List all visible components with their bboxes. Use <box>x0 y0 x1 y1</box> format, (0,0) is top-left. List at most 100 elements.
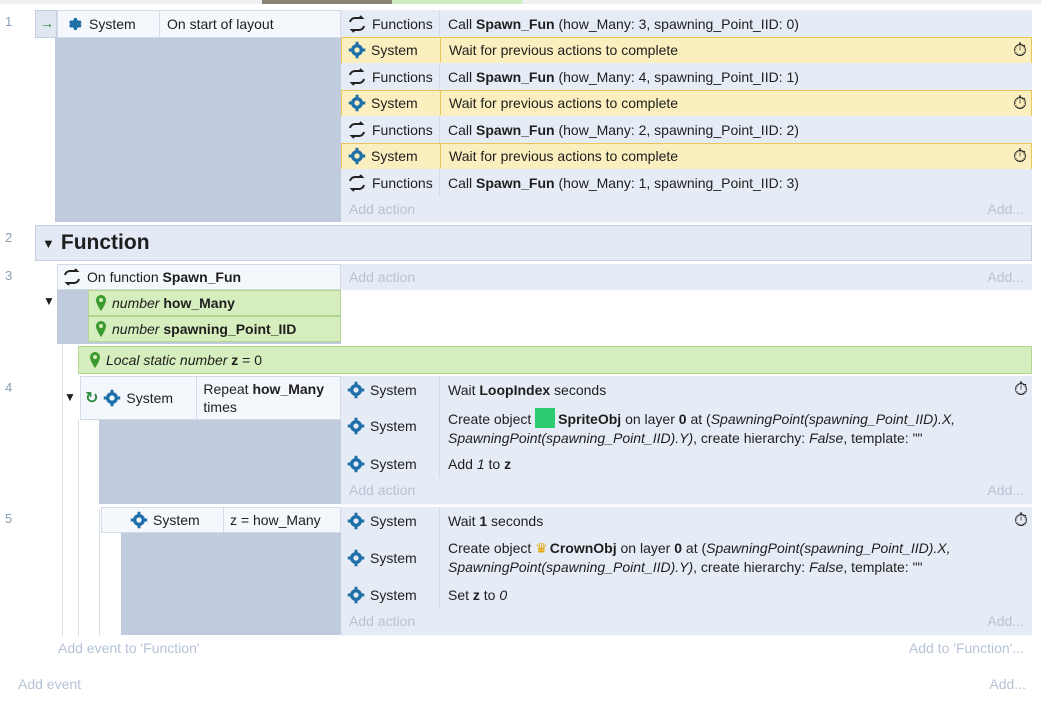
ev1-action-3-object-label: Functions <box>372 68 433 85</box>
ev1-action-3-text: Call Spawn_Fun (how_Many: 4, spawning_Po… <box>439 63 1032 90</box>
add-more-link[interactable]: Add... <box>987 201 1024 217</box>
param-name: how_Many <box>163 295 235 311</box>
gear-icon <box>66 15 84 33</box>
add-more-link[interactable]: Add... <box>987 482 1024 498</box>
add-action-link[interactable]: Add action <box>349 482 415 498</box>
to-label: to <box>479 587 500 603</box>
add-more-link[interactable]: Add... <box>989 676 1026 692</box>
ev1-action-5[interactable]: Functions Call Spawn_Fun (how_Many: 2, s… <box>341 116 1032 144</box>
ev4-action-2[interactable]: System Create object SpriteObj on layer … <box>341 403 1032 450</box>
ev1-action-2-object: System <box>342 38 440 62</box>
collapse-triangle-icon[interactable]: ▼ <box>43 294 55 308</box>
ev5-action-2[interactable]: System Create object ♛ CrownObj on layer … <box>341 534 1032 582</box>
function-loop-icon <box>347 173 367 192</box>
ev4-action-1-object: System <box>341 376 439 403</box>
add-action-link[interactable]: Add action <box>349 269 415 285</box>
add-more-link[interactable]: Add... <box>987 269 1024 285</box>
event-3-condition[interactable]: On function Spawn_Fun <box>57 264 341 290</box>
function-loop-icon <box>347 120 367 139</box>
ev1-add-action-row[interactable]: Add action Add... <box>341 196 1032 223</box>
ev1-action-2-object-label: System <box>371 42 418 58</box>
ev5-action-3[interactable]: System Set z to 0 <box>341 581 1032 610</box>
event-1-condition[interactable]: System On start of layout <box>57 10 341 38</box>
function-name: Spawn_Fun <box>162 269 242 285</box>
ev1-action-4-object-label: System <box>371 95 418 111</box>
add-to-function-link[interactable]: Add to 'Function'... <box>909 640 1024 656</box>
ev3-add-action-row[interactable]: Add action Add... <box>341 264 1032 290</box>
event-4-condition-object: System <box>126 390 174 406</box>
ev5-action-2-object-label: System <box>370 549 417 566</box>
ev1-action-4[interactable]: System Wait for previous actions to comp… <box>341 90 1032 118</box>
call-label: Call <box>448 15 477 32</box>
ev1-action-1[interactable]: Functions Call Spawn_Fun (how_Many: 3, s… <box>341 10 1032 38</box>
ev1-action-7[interactable]: Functions Call Spawn_Fun (how_Many: 1, s… <box>341 169 1032 197</box>
ev1-action-6-text: Wait for previous actions to complete <box>440 144 1031 168</box>
local-var-value: = 0 <box>238 352 263 368</box>
gear-icon <box>348 41 366 59</box>
crown-icon: ♛ <box>535 540 548 556</box>
x-expression: SpawningPoint(spawning_Point_IID).X, <box>710 411 956 427</box>
group-header[interactable]: ▼ Function <box>35 225 1032 261</box>
template-label: , template: "" <box>843 430 923 446</box>
add-more-link[interactable]: Add... <box>987 613 1024 629</box>
line-number-5: 5 <box>5 511 13 526</box>
wait-hourglass-icon: ⏱ <box>1012 146 1027 166</box>
local-variable[interactable]: Local static number z = 0 <box>78 346 1032 374</box>
at-label: at ( <box>686 411 711 427</box>
ev4-action-1-object-label: System <box>370 381 417 398</box>
ev4-add-action-row[interactable]: Add action Add... <box>341 478 1032 505</box>
ev1-action-4-object: System <box>342 91 440 115</box>
add-event-link[interactable]: Add event <box>18 676 81 692</box>
event-5-condition[interactable]: System z = how_Many <box>101 507 341 533</box>
create-object-label: Create object <box>448 540 536 556</box>
event-5-condition-divider <box>223 507 224 533</box>
ev1-action-5-text: Call Spawn_Fun (how_Many: 2, spawning_Po… <box>439 116 1032 143</box>
ev1-action-3[interactable]: Functions Call Spawn_Fun (how_Many: 4, s… <box>341 63 1032 91</box>
create-object-label: Create object <box>448 411 536 427</box>
add-action-link[interactable]: Add action <box>349 613 415 629</box>
ev5-action-1[interactable]: System Wait 1 seconds ⏱ <box>341 507 1032 535</box>
function-loop-icon <box>347 67 367 86</box>
function-name: Spawn_Fun <box>476 174 555 191</box>
ev5-action-3-object: System <box>341 581 439 609</box>
call-label: Call <box>448 68 477 85</box>
event-1-condition-object: System <box>89 16 136 32</box>
event-1-condition-divider <box>159 10 160 38</box>
call-label: Call <box>448 174 477 191</box>
pin-icon <box>95 321 107 337</box>
function-args: (how_Many: 2, spawning_Point_IID: 2) <box>554 121 799 138</box>
template-label: , template: "" <box>843 559 923 575</box>
ev1-action-4-text: Wait for previous actions to complete <box>440 91 1031 115</box>
wait-hourglass-icon: ⏱ <box>1012 93 1027 113</box>
param-type: number <box>112 321 160 337</box>
wait-previous-label: Wait for previous actions to complete <box>449 148 679 164</box>
add-event-to-function-link[interactable]: Add event to 'Function' <box>58 640 200 656</box>
ev4-action-3-object-label: System <box>370 455 417 472</box>
wait-label: Wait <box>448 381 480 398</box>
add-action-link[interactable]: Add action <box>349 201 415 217</box>
wait-previous-label: Wait for previous actions to complete <box>449 42 679 58</box>
variable-name: z <box>472 587 480 603</box>
event-1-condition-area <box>55 10 341 222</box>
seconds-label: seconds <box>550 381 607 398</box>
param-2[interactable]: number spawning_Point_IID <box>88 316 341 342</box>
variable-name: z <box>504 455 512 472</box>
ev1-action-6[interactable]: System Wait for previous actions to comp… <box>341 143 1032 171</box>
ev4-action-3[interactable]: System Add 1 to z <box>341 449 1032 479</box>
on-function-label: On function <box>87 269 163 285</box>
collapse-triangle-icon[interactable]: ▼ <box>42 236 55 251</box>
tree-line <box>78 420 79 636</box>
wait-previous-label: Wait for previous actions to complete <box>449 95 679 111</box>
ev5-add-action-row[interactable]: Add action Add... <box>341 609 1032 636</box>
ev4-action-1[interactable]: System Wait LoopIndex seconds ⏱ <box>341 376 1032 404</box>
gear-icon <box>347 586 365 604</box>
function-name: Spawn_Fun <box>476 68 555 85</box>
ev1-action-2-text: Wait for previous actions to complete <box>440 38 1031 62</box>
top-strip-thumb <box>262 0 392 4</box>
event-4-condition[interactable]: ↻ System Repeat how_Many times <box>80 376 341 420</box>
param-1[interactable]: number how_Many <box>88 290 341 316</box>
ev1-action-2[interactable]: System Wait for previous actions to comp… <box>341 37 1032 65</box>
ev5-action-2-text: Create object ♛ CrownObj on layer 0 at (S… <box>439 534 1032 581</box>
collapse-triangle-icon[interactable]: ▼ <box>64 390 76 404</box>
event-1-condition-text: On start of layout <box>167 16 274 32</box>
